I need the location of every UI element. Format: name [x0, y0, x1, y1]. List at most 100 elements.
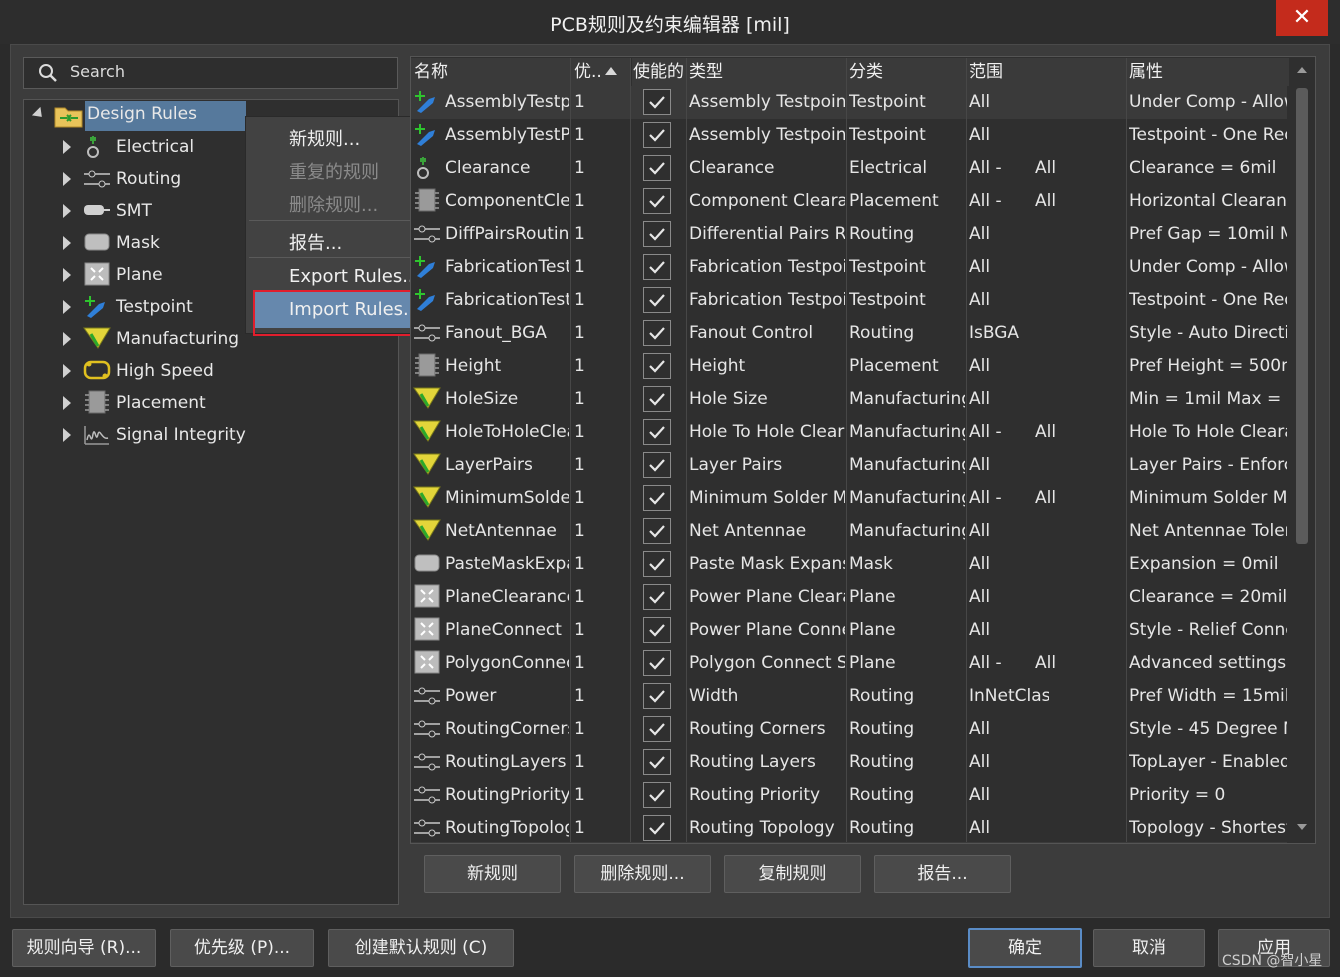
cell-priority: 1	[574, 125, 585, 145]
tree-item-electrical[interactable]: Electrical	[116, 133, 194, 161]
enabled-checkbox[interactable]	[643, 749, 671, 775]
enabled-checkbox[interactable]	[643, 155, 671, 181]
expand-right-icon[interactable]	[63, 396, 71, 410]
column-header-attributes[interactable]: 属性	[1127, 58, 1289, 86]
enabled-checkbox[interactable]	[643, 584, 671, 610]
cell-attributes: Layer Pairs - Enforce	[1129, 455, 1287, 475]
scroll-up-icon[interactable]	[1296, 66, 1308, 74]
enabled-checkbox[interactable]	[643, 815, 671, 841]
testpoint-icon	[415, 289, 435, 311]
enabled-checkbox[interactable]	[643, 617, 671, 643]
checkmark-icon	[649, 756, 665, 769]
column-header-category[interactable]: 分类	[847, 58, 967, 86]
enabled-checkbox[interactable]	[643, 452, 671, 478]
enabled-checkbox[interactable]	[643, 353, 671, 379]
enabled-checkbox[interactable]	[643, 716, 671, 742]
tree-root-design-rules[interactable]: Design Rules	[87, 100, 197, 128]
enabled-checkbox[interactable]	[643, 419, 671, 445]
cell-type: Routing Topology	[689, 818, 835, 838]
checkmark-icon	[649, 261, 665, 274]
column-header-enabled[interactable]: 使能的	[632, 58, 687, 86]
expand-right-icon[interactable]	[63, 268, 71, 282]
manufacturing-icon	[413, 387, 441, 409]
enabled-checkbox[interactable]	[643, 188, 671, 214]
tree-item-smt[interactable]: SMT	[116, 197, 152, 225]
cell-priority: 1	[574, 356, 585, 376]
high-speed-icon	[83, 360, 111, 380]
routing-icon	[414, 753, 440, 771]
electrical-icon	[87, 136, 99, 158]
column-header-name[interactable]: 名称	[411, 58, 572, 86]
cell-type: Height	[689, 356, 746, 376]
expand-right-icon[interactable]	[63, 140, 71, 154]
enabled-checkbox[interactable]	[643, 551, 671, 577]
menu-export-rules[interactable]: Export Rules...	[289, 266, 419, 287]
signal-integrity-icon	[84, 426, 109, 445]
column-header-type[interactable]: 类型	[687, 58, 847, 86]
priority-button[interactable]: 优先级 (P)...	[170, 929, 314, 967]
cell-type: Fabrication Testpoint	[689, 257, 845, 277]
tree-item-routing[interactable]: Routing	[116, 165, 181, 193]
expand-right-icon[interactable]	[63, 332, 71, 346]
menu-new-rule[interactable]: 新规则...	[289, 125, 360, 151]
new-rule-button[interactable]: 新规则	[424, 855, 561, 893]
enabled-checkbox[interactable]	[643, 782, 671, 808]
enabled-checkbox[interactable]	[643, 221, 671, 247]
enabled-checkbox[interactable]	[643, 386, 671, 412]
enabled-checkbox[interactable]	[643, 518, 671, 544]
tree-item-testpoint[interactable]: Testpoint	[116, 293, 193, 321]
tree-item-placement[interactable]: Placement	[116, 389, 206, 417]
tree-item-signal-integrity[interactable]: Signal Integrity	[116, 421, 246, 449]
close-button[interactable]: ✕	[1276, 0, 1328, 36]
menu-delete-rule[interactable]: 删除规则...	[289, 191, 378, 217]
enabled-checkbox[interactable]	[643, 89, 671, 115]
create-default-rules-button[interactable]: 创建默认规则 (C)	[328, 929, 514, 967]
checkmark-icon	[649, 657, 665, 670]
delete-rule-button[interactable]: 删除规则...	[574, 855, 711, 893]
scroll-down-icon[interactable]	[1296, 823, 1308, 831]
cell-scope-second	[1035, 581, 1125, 614]
column-separator	[630, 58, 631, 842]
enabled-checkbox[interactable]	[643, 650, 671, 676]
search-placeholder: Search	[70, 62, 125, 81]
cell-scope-second: All	[1035, 158, 1057, 178]
cell-type: Fanout Control	[689, 323, 814, 343]
expand-right-icon[interactable]	[63, 300, 71, 314]
expand-right-icon[interactable]	[63, 172, 71, 186]
ok-button[interactable]: 确定	[968, 928, 1082, 968]
copy-rule-button[interactable]: 复制规则	[724, 855, 861, 893]
cell-priority: 1	[574, 92, 585, 112]
cell-scope-second	[1035, 713, 1125, 746]
enabled-checkbox[interactable]	[643, 683, 671, 709]
menu-report[interactable]: 报告...	[289, 229, 342, 255]
expand-right-icon[interactable]	[63, 364, 71, 378]
cell-category: Manufacturing	[849, 455, 965, 475]
column-header-scope[interactable]: 范围	[967, 58, 1127, 86]
cell-scope-second	[1035, 614, 1125, 647]
tree-item-high-speed[interactable]: High Speed	[116, 357, 214, 385]
menu-duplicate-rule[interactable]: 重复的规则	[289, 158, 379, 184]
cell-priority: 1	[574, 752, 585, 772]
enabled-checkbox[interactable]	[643, 122, 671, 148]
expand-right-icon[interactable]	[63, 236, 71, 250]
expand-right-icon[interactable]	[63, 428, 71, 442]
column-header-priority[interactable]: 优..	[572, 58, 630, 86]
tree-item-plane[interactable]: Plane	[116, 261, 163, 289]
report-button[interactable]: 报告...	[874, 855, 1011, 893]
cell-name: Height	[445, 356, 502, 376]
tree-item-mask[interactable]: Mask	[116, 229, 160, 257]
cell-attributes: Min = 1mil Max =	[1129, 389, 1282, 409]
cell-name: PlaneConnect	[445, 620, 562, 640]
expand-right-icon[interactable]	[63, 204, 71, 218]
scrollbar-thumb[interactable]	[1296, 88, 1308, 544]
enabled-checkbox[interactable]	[643, 254, 671, 280]
tree-item-manufacturing[interactable]: Manufacturing	[116, 325, 239, 353]
cell-name: PasteMaskExpan	[445, 554, 569, 574]
enabled-checkbox[interactable]	[643, 485, 671, 511]
enabled-checkbox[interactable]	[643, 287, 671, 313]
rule-wizard-button[interactable]: 规则向导 (R)...	[12, 929, 156, 967]
cell-scope-second: All	[1035, 488, 1057, 508]
cancel-button[interactable]: 取消	[1093, 929, 1205, 967]
enabled-checkbox[interactable]	[643, 320, 671, 346]
cell-type: Fabrication Testpoint	[689, 290, 845, 310]
